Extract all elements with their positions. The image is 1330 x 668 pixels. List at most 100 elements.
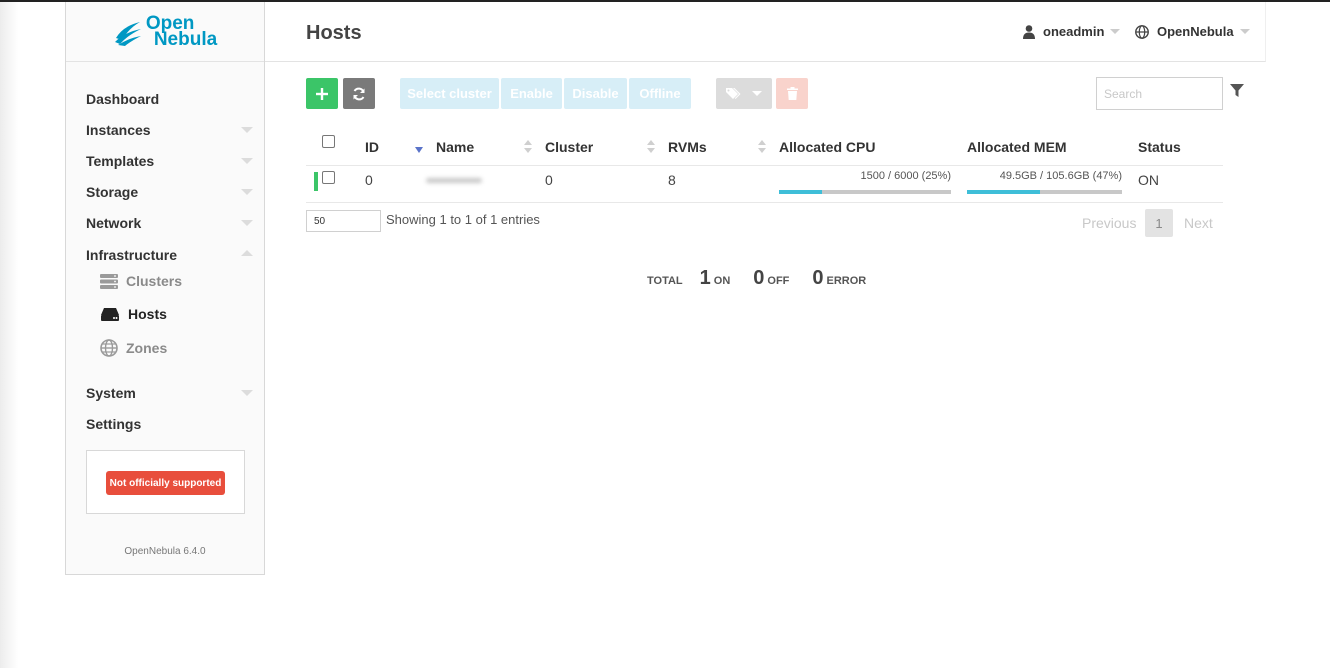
filter-icon[interactable]: [1230, 84, 1244, 98]
page-size-select[interactable]: 50: [306, 210, 381, 232]
cell-status: ON: [1138, 172, 1159, 188]
trash-icon: [786, 87, 798, 100]
host-status-indicator: [314, 172, 318, 191]
sidebar-item-system[interactable]: System: [86, 382, 253, 404]
cpu-usage-text: 1500 / 6000 (25%): [860, 170, 951, 182]
row-checkbox[interactable]: [322, 171, 335, 184]
column-header-name[interactable]: Name: [436, 129, 474, 165]
column-header-status[interactable]: Status: [1138, 129, 1181, 165]
sidebar-item-label: Settings: [86, 416, 142, 432]
logo-text-nebula: Nebula: [153, 28, 218, 50]
column-header-id[interactable]: ID: [365, 129, 379, 165]
column-header-allocated-mem[interactable]: Allocated MEM: [967, 129, 1067, 165]
sidebar-subitem-label: Clusters: [126, 273, 183, 289]
sidebar-item-settings[interactable]: Settings: [86, 413, 236, 435]
plus-icon: [316, 87, 328, 100]
page-header: Hosts oneadmin OpenNebula: [265, 2, 1266, 62]
logo-area: Open Nebula: [66, 2, 264, 62]
sidebar-item-label: Instances: [86, 122, 151, 138]
sidebar-item-instances[interactable]: Instances: [86, 119, 253, 141]
on-label: ON: [713, 275, 731, 287]
entries-info: Showing 1 to 1 of 1 entries: [386, 212, 540, 227]
server-icon: [100, 274, 118, 289]
cell-allocated-mem: 49.5GB / 105.6GB (47%): [967, 170, 1122, 194]
sidebar-item-label: Network: [86, 215, 142, 231]
sidebar-item-infrastructure[interactable]: Infrastructure: [86, 244, 253, 266]
cell-allocated-cpu: 1500 / 6000 (25%): [779, 170, 951, 194]
search-input[interactable]: [1096, 77, 1223, 110]
column-header-cluster[interactable]: Cluster: [545, 129, 593, 165]
cpu-usage-fill: [779, 190, 822, 194]
cell-rvms: 8: [668, 172, 676, 188]
on-count: 1: [699, 267, 711, 289]
chevron-up-icon: [241, 250, 253, 256]
refresh-icon: [353, 87, 365, 100]
sidebar-item-label: Templates: [86, 153, 155, 169]
cpu-usage-bar: [779, 190, 951, 194]
mem-usage-fill: [967, 190, 1040, 194]
cloud-logo-icon: [114, 21, 141, 46]
sidebar-item-storage[interactable]: Storage: [86, 181, 253, 203]
mem-usage-bar: [967, 190, 1122, 194]
host-totals: TOTAL 1 ON 0 OFF 0 ERROR: [647, 267, 866, 290]
user-menu[interactable]: oneadmin: [1023, 24, 1121, 39]
opennebula-logo[interactable]: Open Nebula: [113, 14, 218, 50]
sidebar-subitem-zones[interactable]: Zones: [100, 337, 240, 359]
pager-page-current[interactable]: 1: [1145, 209, 1173, 237]
version-text: OpenNebula 6.4.0: [124, 546, 206, 557]
pager-next[interactable]: Next: [1184, 215, 1213, 231]
zone-name: OpenNebula: [1157, 24, 1234, 39]
create-button[interactable]: [306, 78, 338, 109]
column-header-rvms[interactable]: RVMs: [668, 129, 707, 165]
sidebar-item-label: Storage: [86, 184, 139, 200]
row-divider: [306, 202, 1223, 203]
sidebar-subitem-hosts[interactable]: Hosts: [100, 303, 240, 325]
chevron-down-icon: [241, 189, 253, 195]
enable-button[interactable]: Enable: [501, 78, 562, 109]
mem-usage-text: 49.5GB / 105.6GB (47%): [999, 170, 1122, 182]
sidebar-item-label: Infrastructure: [86, 247, 178, 263]
chevron-down-icon: [241, 127, 253, 133]
support-notice-box: Not officially supported: [86, 450, 245, 514]
column-header-allocated-cpu[interactable]: Allocated CPU: [779, 129, 875, 165]
user-name: oneadmin: [1043, 24, 1105, 39]
select-all-checkbox[interactable]: [322, 135, 335, 148]
not-supported-badge[interactable]: Not officially supported: [106, 471, 225, 495]
hdd-icon: [101, 308, 119, 321]
refresh-button[interactable]: [343, 78, 375, 109]
chevron-down-icon: [1110, 29, 1121, 34]
chevron-down-icon: [241, 220, 253, 226]
sidebar-item-templates[interactable]: Templates: [86, 150, 253, 172]
labels-button[interactable]: [716, 78, 772, 109]
sort-desc-icon: [415, 147, 423, 153]
off-label: OFF: [767, 275, 790, 287]
disable-button[interactable]: Disable: [564, 78, 627, 109]
select-cluster-button[interactable]: Select cluster: [400, 78, 499, 109]
globe-icon: [1135, 24, 1149, 39]
sidebar-item-dashboard[interactable]: Dashboard: [86, 88, 236, 110]
sidebar: Open Nebula Dashboard Instances Template…: [65, 2, 265, 575]
zone-menu[interactable]: OpenNebula: [1135, 24, 1250, 39]
error-label: ERROR: [826, 275, 867, 287]
delete-button[interactable]: [776, 78, 808, 109]
sidebar-subitem-label: Zones: [126, 340, 168, 356]
sidebar-item-network[interactable]: Network: [86, 212, 253, 234]
off-count: 0: [753, 267, 765, 289]
chevron-down-icon: [241, 390, 253, 396]
chevron-down-icon: [752, 91, 762, 96]
cell-name-redacted: [426, 178, 482, 183]
sort-icon: [524, 140, 532, 154]
offline-button[interactable]: Offline: [629, 78, 691, 109]
left-shadow: [0, 2, 18, 668]
pager-previous[interactable]: Previous: [1082, 215, 1136, 231]
header-divider: [306, 165, 1223, 166]
chevron-down-icon: [241, 158, 253, 164]
page-title: Hosts: [306, 22, 362, 44]
chevron-down-icon: [1239, 29, 1250, 34]
sidebar-item-label: System: [86, 385, 136, 401]
total-label: TOTAL: [647, 275, 683, 287]
sidebar-subitem-label: Hosts: [128, 306, 167, 322]
sidebar-subitem-clusters[interactable]: Clusters: [100, 270, 240, 292]
user-icon: [1023, 24, 1035, 39]
sidebar-item-label: Dashboard: [86, 91, 160, 107]
